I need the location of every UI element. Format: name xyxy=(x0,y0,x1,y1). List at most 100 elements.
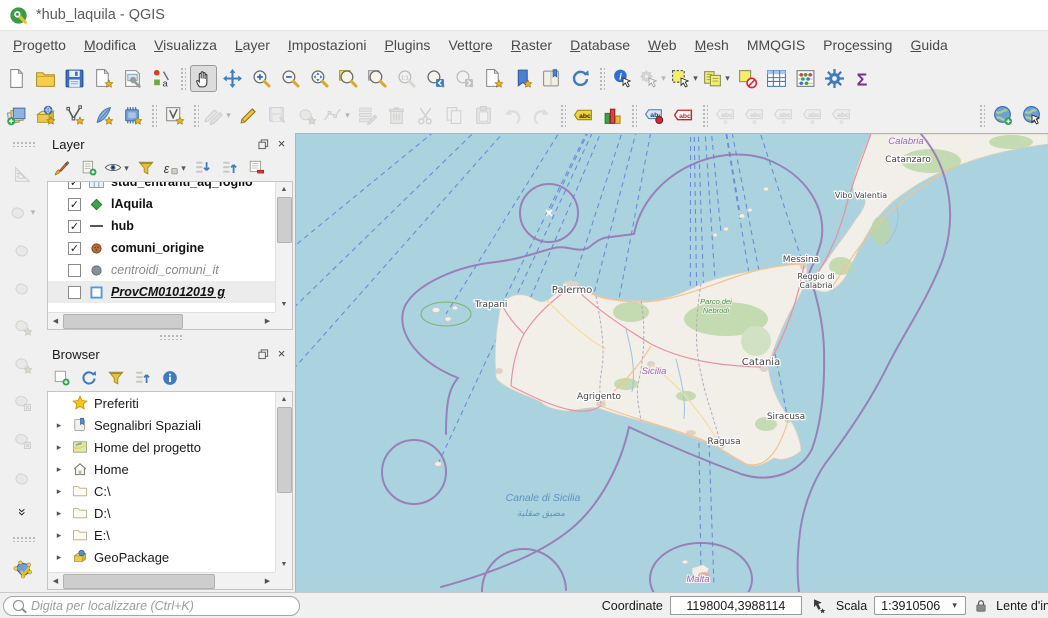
browser-tree-vertical-scrollbar[interactable]: ▲ ▼ xyxy=(275,392,292,572)
expand-all-button[interactable] xyxy=(191,156,215,180)
toolbar-handle[interactable] xyxy=(978,103,985,127)
show-spatial-bookmarks-button[interactable] xyxy=(509,65,536,92)
menu-web[interactable]: Web xyxy=(639,34,686,56)
layer-row-stud-entranti-aq-foglio[interactable]: ✓stud_entranti_aq_foglio xyxy=(48,182,275,193)
browser-row-geopackage[interactable]: ▸ GeoPackage xyxy=(48,546,275,568)
new-virtual-layer-button[interactable] xyxy=(161,102,188,129)
layer-row-hub[interactable]: ✓hub xyxy=(48,215,275,237)
toolbar-handle[interactable] xyxy=(11,140,35,147)
browser-panel-close-button[interactable]: × xyxy=(275,348,288,360)
menu-mesh[interactable]: Mesh xyxy=(686,34,738,56)
layer-name[interactable]: comuni_origine xyxy=(111,241,204,255)
highlight-pinned-labels-button[interactable] xyxy=(670,102,697,129)
identify-features-button[interactable] xyxy=(609,65,636,92)
new-spatial-bookmark-button[interactable] xyxy=(480,65,507,92)
browser-item-label[interactable]: E:\ xyxy=(94,528,110,543)
show-bookmark-manager-button[interactable] xyxy=(538,65,565,92)
select-features-by-value-button[interactable]: ▾ xyxy=(702,65,732,92)
layer-row-provcm01012019-g[interactable]: ProvCM01012019 g xyxy=(48,281,275,303)
style-manager-button[interactable] xyxy=(148,65,175,92)
toolbar-handle[interactable] xyxy=(179,66,186,90)
layer-name[interactable]: centroidi_comuni_it xyxy=(111,263,219,277)
browser-item-label[interactable]: D:\ xyxy=(94,506,111,521)
toolbar-handle[interactable] xyxy=(630,103,637,127)
menu-processing[interactable]: Processing xyxy=(814,34,901,56)
coordinate-input[interactable]: 1198004,3988114 xyxy=(670,596,802,615)
lock-scale-icon[interactable] xyxy=(973,596,989,616)
menu-raster[interactable]: Raster xyxy=(502,34,561,56)
remove-layer-button[interactable] xyxy=(245,156,269,180)
expander-icon[interactable]: ▸ xyxy=(53,552,65,563)
layer-tree-vertical-scrollbar[interactable]: ▲ ▼ xyxy=(275,182,292,312)
menu-plugins[interactable]: Plugins xyxy=(376,34,440,56)
toolbar-handle[interactable] xyxy=(701,103,708,127)
filter-by-expression-dropdown[interactable]: ▾ xyxy=(179,163,188,174)
layer-visibility-checkbox[interactable]: ✓ xyxy=(68,220,81,233)
vertex-tool-dropdown[interactable]: ▾ xyxy=(343,110,352,121)
scrollbar-thumb[interactable] xyxy=(277,407,292,493)
browser-row-home[interactable]: ▸Home xyxy=(48,458,275,480)
scroll-down-icon[interactable]: ▼ xyxy=(277,297,292,312)
collapse-all-button[interactable] xyxy=(218,156,242,180)
filter-legend-button[interactable] xyxy=(134,156,158,180)
menu-progetto[interactable]: Progetto xyxy=(4,34,75,56)
browser-panel-float-button[interactable] xyxy=(257,348,270,360)
menu-impostazioni[interactable]: Impostazioni xyxy=(279,34,376,56)
layer-tree-horizontal-scrollbar[interactable]: ◀ ▶ xyxy=(48,312,275,329)
locator-search-input[interactable]: Digita per localizzare (Ctrl+K) xyxy=(3,596,300,616)
menu-modifica[interactable]: Modifica xyxy=(75,34,145,56)
browser-row-home-del-progetto[interactable]: ▸Home del progetto xyxy=(48,436,275,458)
new-project-button[interactable] xyxy=(3,65,30,92)
deselect-features-button[interactable] xyxy=(734,65,761,92)
select-features-by-value-dropdown[interactable]: ▾ xyxy=(723,73,732,84)
move-feature-tool-dropdown[interactable]: ▾ xyxy=(29,207,38,218)
expander-icon[interactable]: ▸ xyxy=(53,420,65,431)
statistical-summary-button[interactable] xyxy=(792,65,819,92)
browser-row-e-[interactable]: ▸E:\ xyxy=(48,524,275,546)
scale-dropdown[interactable]: 1:3910506 ▾ xyxy=(874,596,966,615)
browser-row-segnalibri-spaziali[interactable]: ▸Segnalibri Spaziali xyxy=(48,414,275,436)
scrollbar-thumb[interactable] xyxy=(63,314,183,329)
properties-widget-button[interactable] xyxy=(158,366,182,390)
scroll-right-icon[interactable]: ▶ xyxy=(260,574,275,589)
layer-visibility-checkbox[interactable]: ✓ xyxy=(68,182,81,189)
layers-panel-float-button[interactable] xyxy=(257,138,270,150)
layer-visibility-checkbox[interactable]: ✓ xyxy=(68,242,81,255)
browser-item-label[interactable]: GeoPackage xyxy=(94,550,169,565)
layer-labeling-button[interactable] xyxy=(570,102,597,129)
menu-layer[interactable]: Layer xyxy=(226,34,279,56)
show-statistics-button[interactable] xyxy=(850,65,877,92)
scroll-left-icon[interactable]: ◀ xyxy=(48,314,63,329)
refresh-browser-button[interactable] xyxy=(77,366,101,390)
extents-toggle-icon[interactable] xyxy=(809,596,829,616)
expander-icon[interactable]: ▸ xyxy=(53,508,65,519)
show-layout-manager-button[interactable] xyxy=(119,65,146,92)
scroll-down-icon[interactable]: ▼ xyxy=(277,557,292,572)
browser-item-label[interactable]: Home xyxy=(94,462,129,477)
web-plugin-button[interactable] xyxy=(1018,102,1045,129)
toolbar-handle[interactable] xyxy=(150,103,157,127)
new-temporary-scratch-layer-button[interactable] xyxy=(119,102,146,129)
menu-vettore[interactable]: Vettore xyxy=(439,34,501,56)
layer-row-laquila[interactable]: ✓lAquila xyxy=(48,193,275,215)
refresh-map-button[interactable] xyxy=(567,65,594,92)
menu-visualizza[interactable]: Visualizza xyxy=(145,34,226,56)
zoom-to-layer-button[interactable] xyxy=(335,65,362,92)
more-tools-chevron[interactable]: » xyxy=(14,503,32,521)
pan-map-button[interactable] xyxy=(190,65,217,92)
new-print-layout-button[interactable] xyxy=(90,65,117,92)
select-features-button[interactable]: ▾ xyxy=(670,65,700,92)
pan-to-selection-button[interactable] xyxy=(219,65,246,92)
expander-icon[interactable]: ▸ xyxy=(53,486,65,497)
scroll-up-icon[interactable]: ▲ xyxy=(277,392,292,407)
open-layer-styling-button[interactable] xyxy=(50,156,74,180)
filter-browser-button[interactable] xyxy=(104,366,128,390)
menu-mmqgis[interactable]: MMQGIS xyxy=(738,34,814,56)
open-attribute-table-button[interactable] xyxy=(763,65,790,92)
map-canvas[interactable]: Trapani Palermo Agrigento Catania Messin… xyxy=(295,133,1048,592)
expander-icon[interactable]: ▸ xyxy=(53,442,65,453)
layer-diagram-button[interactable] xyxy=(599,102,626,129)
new-shapefile-layer-button[interactable] xyxy=(61,102,88,129)
browser-item-label[interactable]: C:\ xyxy=(94,484,111,499)
layer-name[interactable]: ProvCM01012019 g xyxy=(111,285,225,299)
